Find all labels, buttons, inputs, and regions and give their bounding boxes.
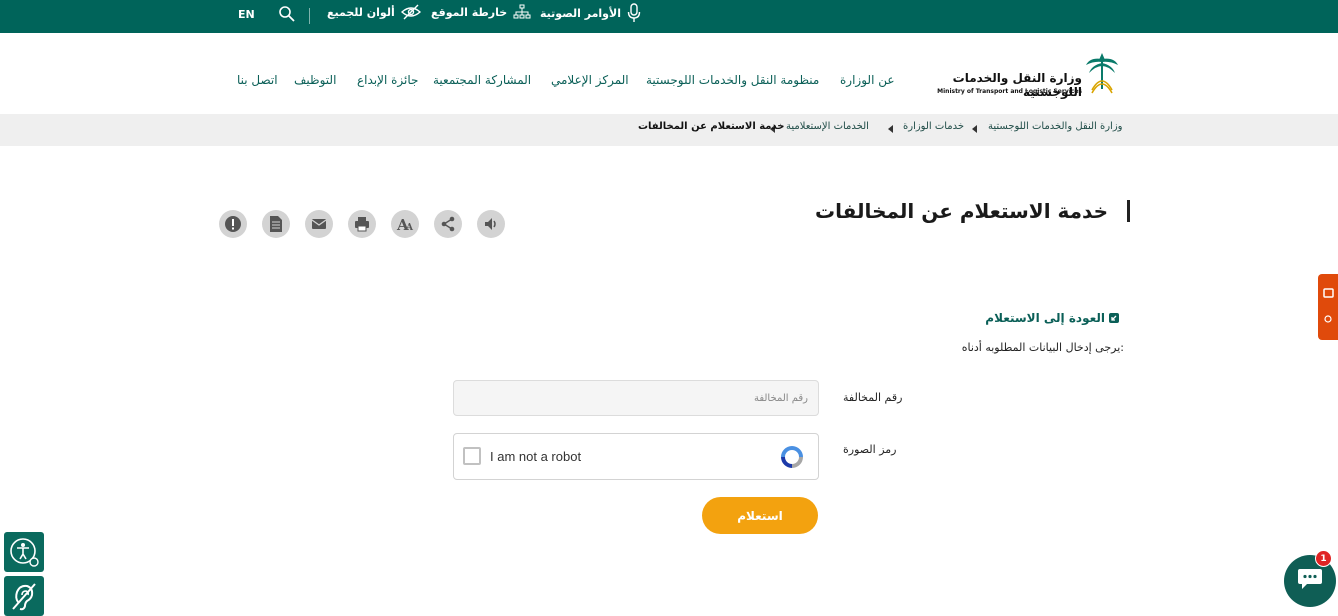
breadcrumb: وزارة النقل والخدمات اللوجستية خدمات الو… [0,114,1338,146]
share-icon[interactable] [434,210,462,238]
recaptcha-logo-icon [778,443,806,475]
voice-commands-label: الأوامر الصوتية [540,6,621,20]
report-icon[interactable] [219,210,247,238]
nav-innovation-award[interactable]: جائزة الإبداع [357,73,418,87]
nav-contact[interactable]: اتصل بنا [237,73,278,87]
top-utility-bar: EN ألوان للجميع خارطة الموقع الأوامر الص… [0,0,1338,33]
back-arrow-icon [1109,313,1119,323]
nav-careers[interactable]: التوظيف [294,73,336,87]
microphone-icon [627,3,641,23]
back-to-inquiry-label: العودة إلى الاستعلام [985,311,1105,325]
sitemap-icon [513,4,531,20]
captcha-label: رمز الصورة [843,443,897,456]
main-header: اتصل بنا التوظيف جائزة الإبداع المشاركة … [0,33,1338,114]
language-label: EN [238,8,255,21]
violation-number-input[interactable] [453,380,819,416]
email-icon[interactable] [305,210,333,238]
sitemap-link[interactable]: خارطة الموقع [431,4,531,20]
ministry-logo-icon[interactable] [1084,51,1120,101]
nav-transport-system[interactable]: منظومة النقل والخدمات اللوجستية [646,73,819,87]
search-icon[interactable] [278,5,296,23]
listen-icon[interactable] [477,210,505,238]
chat-icon [1297,567,1323,595]
voice-commands-link[interactable]: الأوامر الصوتية [540,3,641,23]
inquiry-submit-button[interactable]: استعلام [702,497,818,534]
recaptcha-checkbox[interactable] [463,447,481,465]
breadcrumb-arrow-icon [888,125,893,133]
document-icon[interactable] [262,210,290,238]
print-icon[interactable] [348,210,376,238]
breadcrumb-ministry-services[interactable]: خدمات الوزارة [903,121,964,132]
nav-community[interactable]: المشاركة المجتمعية [433,73,531,87]
eye-slash-icon [400,4,421,20]
feedback-side-tab[interactable] [1318,274,1338,340]
svg-text:A: A [405,223,414,232]
recaptcha-widget: I am not a robot [453,433,819,480]
breadcrumb-arrow-icon [972,125,977,133]
back-to-inquiry-link[interactable]: العودة إلى الاستعلام [985,311,1119,325]
title-accent-bar [1127,200,1130,222]
font-size-icon[interactable]: AA [391,210,419,238]
form-instructions: يرجى إدخال البيانات المطلوبه أدناه: [961,341,1124,354]
nav-about[interactable]: عن الوزارة [840,73,895,87]
chat-notification-badge: 1 [1315,550,1332,567]
breadcrumb-inquiry-services[interactable]: الخدمات الإستعلامية [786,121,869,132]
breadcrumb-home[interactable]: وزارة النقل والخدمات اللوجستية [988,121,1123,132]
page-title: خدمة الاستعلام عن المخالفات [815,199,1108,223]
topbar-divider [309,8,310,24]
hearing-assist-button[interactable] [4,576,44,616]
logo-subtitle: Ministry of Transport and Logistic Servi… [937,88,1082,95]
violation-number-label: رقم المخالفة [843,391,903,404]
nav-media-center[interactable]: المركز الإعلامي [551,73,629,87]
recaptcha-label: I am not a robot [490,449,582,464]
breadcrumb-current: خدمة الاستعلام عن المخالفات [638,121,785,132]
sitemap-label: خارطة الموقع [431,5,508,19]
language-switch[interactable]: EN [238,8,255,21]
colors-for-all-link[interactable]: ألوان للجميع [327,4,421,20]
accessibility-settings-button[interactable] [4,532,44,572]
colors-for-all-label: ألوان للجميع [327,5,395,19]
